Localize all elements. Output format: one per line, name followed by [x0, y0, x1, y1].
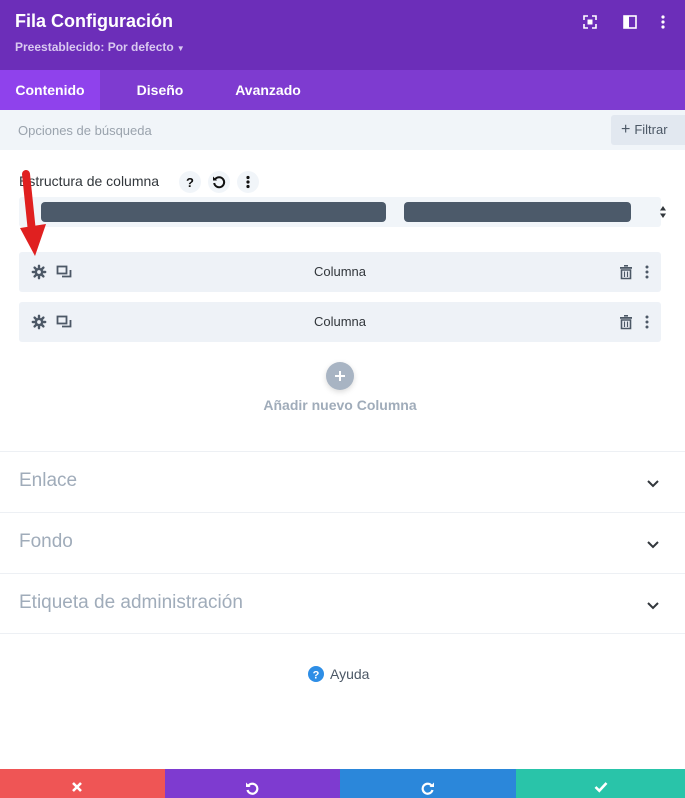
structure-column-block	[41, 202, 386, 222]
help-label: Ayuda	[330, 666, 370, 682]
undo-icon	[246, 782, 259, 795]
search-input[interactable]	[18, 110, 598, 150]
add-column-label[interactable]: Añadir nuevo Columna	[0, 397, 680, 413]
caret-down-icon: ▼	[176, 44, 185, 53]
reset-icon[interactable]	[208, 171, 230, 193]
column-label: Columna	[313, 314, 367, 329]
plus-icon: +	[621, 121, 631, 138]
discard-button[interactable]	[0, 769, 165, 798]
column-item[interactable]: Columna	[19, 252, 661, 292]
help-icon: ?	[308, 666, 324, 682]
redo-button[interactable]	[340, 769, 516, 798]
save-button[interactable]	[516, 769, 685, 798]
trash-icon[interactable]	[618, 264, 634, 280]
settings-header: Fila Configuración Preestablecido: Por d…	[0, 0, 685, 70]
action-footer	[0, 769, 685, 798]
section-background-toggle[interactable]: Fondo	[0, 512, 685, 573]
column-structure-select[interactable]	[19, 197, 666, 227]
tab-bar: Contenido Diseño Avanzado	[0, 70, 685, 110]
section-link-toggle[interactable]: Enlace	[0, 451, 685, 512]
tab-advanced[interactable]: Avanzado	[223, 70, 313, 110]
column-item[interactable]: Columna	[19, 302, 661, 342]
red-arrow-annotation	[20, 170, 46, 256]
svg-text:?: ?	[313, 670, 320, 682]
more-vertical-icon[interactable]	[655, 14, 671, 30]
modal-title: Fila Configuración	[15, 11, 174, 31]
chevron-down-icon	[646, 476, 660, 494]
section-label: Enlace	[19, 470, 78, 491]
section-label: Etiqueta de administración	[19, 592, 243, 613]
search-bar: +Filtrar	[0, 110, 685, 150]
structure-column-block	[404, 202, 631, 222]
more-vertical-icon[interactable]	[639, 264, 655, 280]
close-icon	[72, 782, 82, 792]
add-column-button[interactable]	[326, 362, 354, 390]
checkmark-icon	[594, 782, 608, 793]
chevron-down-icon	[646, 537, 660, 555]
redo-icon	[421, 782, 434, 795]
tab-design[interactable]: Diseño	[120, 70, 200, 110]
split-view-icon[interactable]	[622, 14, 638, 30]
undo-button[interactable]	[165, 769, 340, 798]
plus-icon	[335, 371, 345, 381]
help-icon[interactable]: ?	[179, 171, 201, 193]
svg-text:?: ?	[186, 175, 194, 190]
expand-icon[interactable]	[582, 14, 598, 30]
chevron-down-icon	[646, 598, 660, 616]
more-vertical-icon[interactable]	[639, 314, 655, 330]
preset-dropdown[interactable]: Preestablecido: Por defecto ▼	[15, 40, 185, 54]
section-admin-label-toggle[interactable]: Etiqueta de administración	[0, 573, 685, 634]
select-arrows-icon	[659, 204, 667, 225]
section-label: Fondo	[19, 531, 73, 552]
column-label: Columna	[313, 264, 367, 279]
more-vertical-icon[interactable]	[237, 171, 259, 193]
filter-button[interactable]: + Filtrar	[611, 115, 685, 145]
trash-icon[interactable]	[618, 314, 634, 330]
tab-content[interactable]: Contenido	[0, 70, 100, 110]
filter-label: Filtrar	[634, 122, 668, 137]
preset-label: Preestablecido: Por defecto	[15, 40, 174, 54]
